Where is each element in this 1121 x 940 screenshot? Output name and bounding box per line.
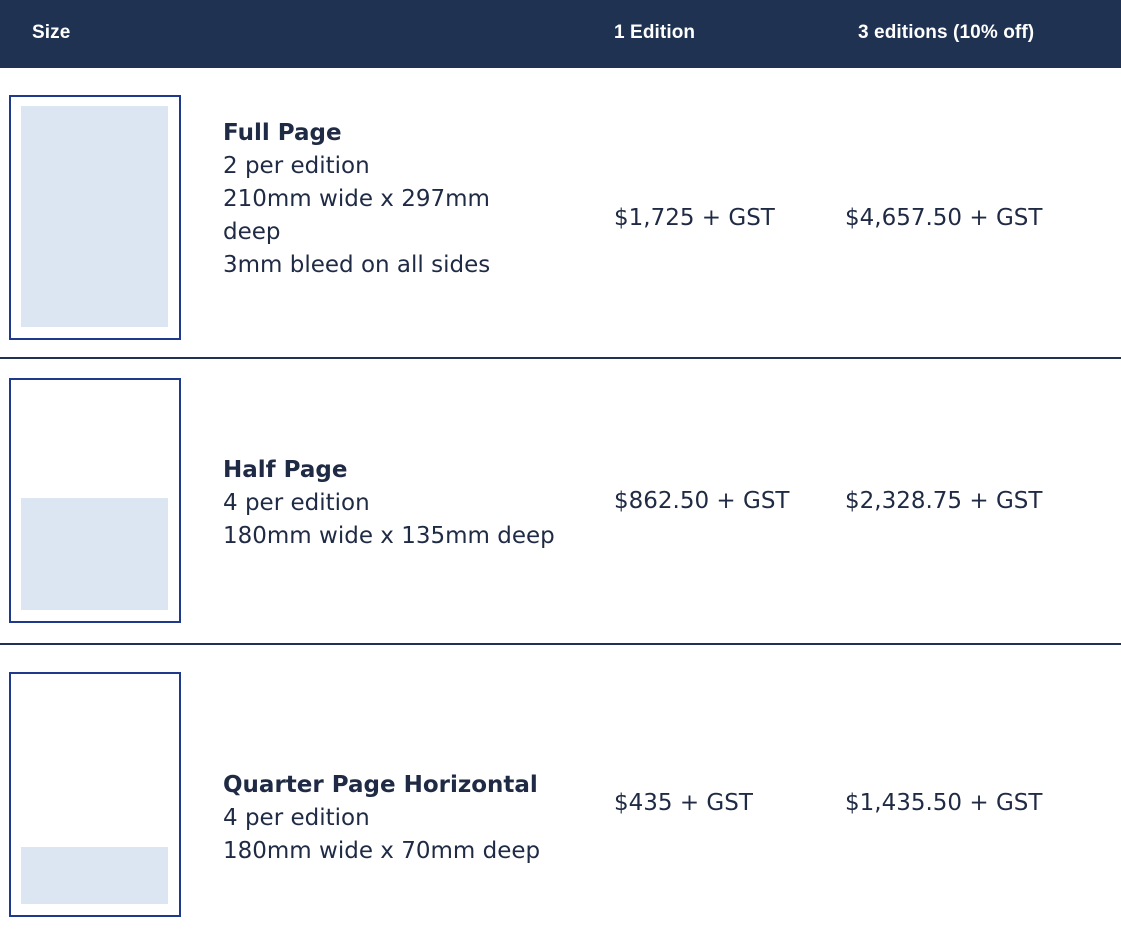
half-page-thumbnail	[9, 378, 181, 623]
full-page-price-three: $4,657.50 + GST	[845, 205, 1043, 231]
half-page-description: Half Page 4 per edition 180mm wide x 135…	[223, 454, 583, 553]
quarter-page-ad-area	[21, 847, 168, 904]
quarter-page-dimensions: 180mm wide x 70mm deep	[223, 838, 541, 864]
full-page-per-edition: 2 per edition	[223, 153, 370, 179]
table-row-full-page: Full Page 2 per edition 210mm wide x 297…	[0, 95, 1121, 341]
half-page-price-one: $862.50 + GST	[614, 488, 790, 514]
header-size: Size	[32, 22, 71, 43]
quarter-page-title: Quarter Page Horizontal	[223, 772, 538, 798]
full-page-bleed: 3mm bleed on all sides	[223, 252, 491, 278]
quarter-page-price-three: $1,435.50 + GST	[845, 790, 1043, 816]
header-three-editions: 3 editions (10% off)	[858, 22, 1035, 43]
half-page-per-edition: 4 per edition	[223, 490, 370, 516]
quarter-page-description: Quarter Page Horizontal 4 per edition 18…	[223, 769, 583, 868]
full-page-thumbnail	[9, 95, 181, 340]
row-divider	[0, 643, 1121, 645]
half-page-dimensions: 180mm wide x 135mm deep	[223, 523, 555, 549]
quarter-page-thumbnail	[9, 672, 181, 917]
table-row-half-page: Half Page 4 per edition 180mm wide x 135…	[0, 378, 1121, 624]
quarter-page-per-edition: 4 per edition	[223, 805, 370, 831]
half-page-title: Half Page	[223, 457, 348, 483]
header-one-edition: 1 Edition	[614, 22, 696, 43]
full-page-dimensions-cont: deep	[223, 219, 281, 245]
full-page-description: Full Page 2 per edition 210mm wide x 297…	[223, 117, 583, 282]
full-page-price-one: $1,725 + GST	[614, 205, 775, 231]
full-page-dimensions: 210mm wide x 297mm	[223, 186, 490, 212]
full-page-ad-area	[21, 106, 168, 327]
row-divider	[0, 357, 1121, 359]
table-header: Size 1 Edition 3 editions (10% off)	[0, 0, 1121, 68]
half-page-price-three: $2,328.75 + GST	[845, 488, 1043, 514]
table-row-quarter-page-horizontal: Quarter Page Horizontal 4 per edition 18…	[0, 672, 1121, 918]
half-page-ad-area	[21, 498, 168, 610]
full-page-title: Full Page	[223, 120, 342, 146]
quarter-page-price-one: $435 + GST	[614, 790, 753, 816]
